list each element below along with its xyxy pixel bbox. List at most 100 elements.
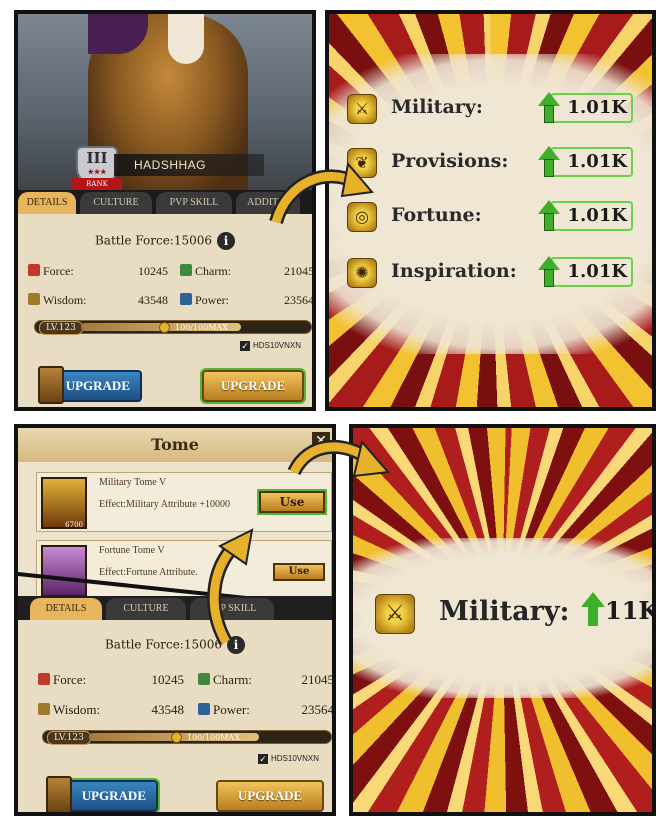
tab-culture[interactable]: CULTURE [106,598,186,620]
force-icon [28,264,40,276]
battle-force-text: Battle Force:15006 [94,233,213,248]
military-value-text: 1.01K [567,97,627,118]
force-value: 10245 [151,672,185,687]
fortune-label: Fortune: [391,204,482,226]
curved-arrow-icon [269,161,374,225]
battle-force: Battle Force:15006 i [18,636,332,654]
level-label: LV.123 [47,731,91,745]
fortune-tome-icon [41,545,87,597]
upgrade-button[interactable]: UPGRADE [216,780,324,812]
force-label: Force: [38,672,86,688]
tab-details[interactable]: DETAILS [30,598,102,620]
military-label: Military: [439,596,570,627]
charm-label: Charm: [180,264,231,279]
military-icon: ⚔ [375,594,415,634]
tab-pvp-skill[interactable]: PVP SKILL [156,192,232,214]
military-label: Military: [391,96,483,118]
up-arrow-stem [543,269,554,287]
book-icon [46,776,72,812]
up-arrow-stem [543,105,554,123]
checkmark-icon: ✓ [258,754,268,764]
power-value: 23564 [284,293,314,307]
wisdom-label: Wisdom: [28,293,87,308]
upgrade-book-label: UPGRADE [81,788,146,803]
power-label-text: Power: [213,702,250,717]
up-arrow-stem [543,213,554,231]
use-button[interactable]: Use [273,563,325,581]
level-bar: LV.123 100/100MAX [42,730,332,745]
military-value: 1.01K [537,92,633,123]
rank-label: RANK [72,178,122,190]
force-value: 10245 [138,264,168,278]
hero-collar [168,14,204,64]
up-arrow-stem [543,159,554,177]
charm-value: 21045 [284,264,314,278]
military-icon: ⚔ [347,94,377,124]
curved-arrow-icon [207,528,254,646]
inspiration-value-text: 1.01K [567,261,627,282]
tome-effect: Effect:Fortune Attribute. [99,567,198,578]
power-icon [198,703,210,715]
upgrade-book-button[interactable]: UPGRADE [38,366,142,404]
force-label: Force: [28,264,74,279]
checkbox-label: HDS10VNXN [253,341,302,350]
power-label: Power: [198,702,250,718]
upgrade-book-button[interactable]: UPGRADE [46,776,160,812]
wisdom-label-text: Wisdom: [43,293,87,307]
charm-icon [180,264,192,276]
military-value: 11K [581,592,656,626]
hero-name: HADSHHAG [114,154,264,176]
inspiration-row: ✺ Inspiration: 1.01K [347,256,647,290]
auto-checkbox[interactable]: ✓ HDS10VNXN [240,341,301,351]
fortune-value-text: 1.01K [567,205,627,226]
wisdom-value: 43548 [138,293,168,307]
level-bar: LV.123 100/100MAX [34,320,312,335]
provisions-label: Provisions: [391,150,509,172]
coin-icon [171,732,182,743]
level-value: 100/100MAX [187,733,240,742]
wisdom-label: Wisdom: [38,702,100,718]
inspiration-icon: ✺ [347,258,377,288]
charm-label-text: Charm: [213,672,252,687]
tome-name: Military Tome V [99,477,167,488]
upgrade-button[interactable]: UPGRADE [200,368,306,404]
inspiration-label: Inspiration: [391,260,517,282]
checkbox-label: HDS10VNXN [271,754,320,763]
charm-value: 21045 [301,672,334,687]
rank-numeral: III [86,149,108,167]
book-icon [38,366,64,404]
power-label: Power: [180,293,229,308]
charm-icon [198,673,210,685]
up-arrow-stem [588,606,598,626]
upgrade-book-label: UPGRADE [65,378,130,393]
up-arrow-icon [537,200,560,214]
checkmark-icon: ✓ [240,341,250,351]
military-row: ⚔ Military: 1.01K [347,92,647,126]
wisdom-label-text: Wisdom: [53,702,101,717]
level-value: 100/100MAX [175,323,228,332]
coin-icon [159,322,170,333]
tome-effect: Effect:Military Attribute +10000 [99,499,230,510]
force-icon [38,673,50,685]
military-tome-icon: 6700 [41,477,87,529]
fortune-value: 1.01K [537,200,633,231]
tome-count: 6700 [65,521,83,529]
auto-checkbox[interactable]: ✓ HDS10VNXN [258,754,319,764]
force-label-text: Force: [43,264,74,278]
provisions-row: ❦ Provisions: 1.01K [347,146,647,180]
tab-details[interactable]: DETAILS [18,192,76,214]
up-arrow-icon [537,146,560,160]
fortune-row: ◎ Fortune: 1.01K [347,200,647,234]
up-arrow-icon [537,92,560,106]
up-arrow-icon [581,592,605,607]
info-icon[interactable]: i [217,232,236,250]
power-value: 23564 [301,702,334,717]
wisdom-value: 43548 [151,702,185,717]
tab-bar: DETAILS CULTURE PVP SKILL [18,596,332,620]
wisdom-icon [28,293,40,305]
charm-label: Charm: [198,672,252,688]
tab-culture[interactable]: CULTURE [80,192,152,214]
tome-name: Fortune Tome V [99,545,165,556]
up-arrow-icon [537,256,560,270]
military-value-text: 11K [605,596,656,625]
